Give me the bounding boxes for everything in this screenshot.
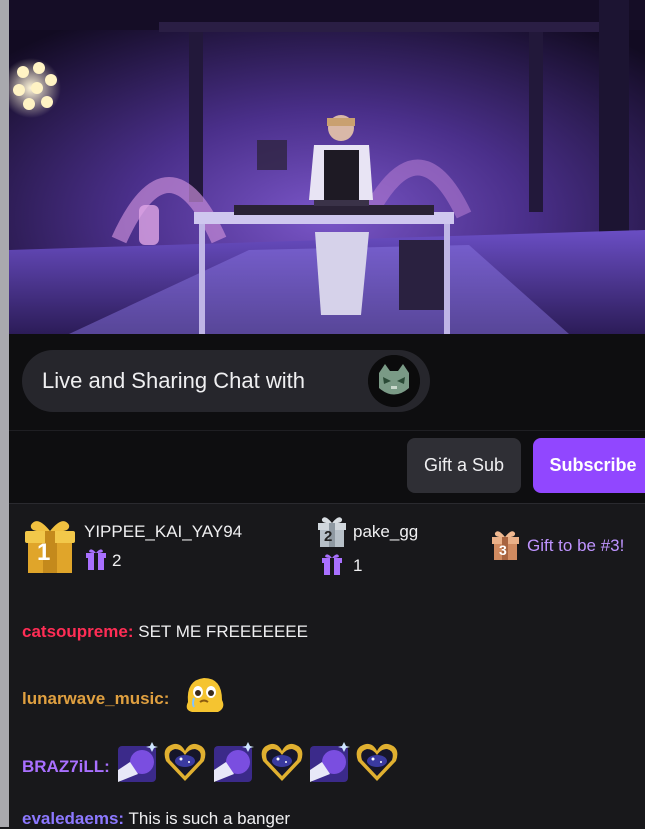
gifter-name: pake_gg: [353, 522, 419, 541]
chat-text: SET ME FREEEEEEE: [138, 622, 308, 641]
chat-username[interactable]: catsoupreme: [22, 622, 128, 641]
video-player[interactable]: [9, 0, 645, 334]
chat-message: evaledaems: This is such a banger: [22, 809, 290, 829]
gold-heart-emote[interactable]: [260, 741, 304, 783]
purple-sparkle-emote[interactable]: [308, 740, 352, 784]
shared-chat-label: Live and Sharing Chat with: [42, 368, 305, 393]
shared-chat-pill[interactable]: Live and Sharing Chat with: [22, 350, 430, 412]
gift-count: 2: [112, 551, 122, 570]
cat-avatar-icon[interactable]: [368, 355, 420, 407]
subscribe-button[interactable]: Subscribe: [533, 438, 645, 493]
gift-badge-bronze-icon: 3: [491, 529, 520, 560]
gift-sub-button[interactable]: Gift a Sub: [407, 438, 521, 493]
gifter-name: YIPPEE_KAI_YAY94: [84, 522, 243, 541]
chat-username[interactable]: lunarwave_music: [22, 689, 164, 708]
gold-heart-emote[interactable]: [163, 741, 207, 783]
gift-count-icon: [86, 549, 106, 570]
gift-badge-rank: 3: [499, 542, 507, 558]
purple-sparkle-emote[interactable]: [212, 740, 256, 784]
gift-badge-silver-icon: 2: [317, 515, 347, 547]
chat-separator: :: [127, 622, 134, 641]
video-frame: [9, 0, 645, 334]
chat-username[interactable]: BRAZ7iLL: [22, 757, 104, 776]
gift-badge-rank: 2: [324, 528, 333, 545]
chat-username[interactable]: evaledaems: [22, 809, 118, 828]
chat-message: lunarwave_music:: [22, 689, 169, 709]
left-edge-bar: [0, 0, 9, 827]
crying-yellow-blob-emote[interactable]: [182, 672, 228, 718]
gold-heart-emote[interactable]: [355, 741, 399, 783]
gift-badge-gold-icon: 1: [23, 517, 77, 573]
gift-cta-label: Gift to be #3!: [527, 536, 625, 555]
chat-separator: :: [163, 689, 170, 708]
gift-count-icon: [322, 554, 342, 575]
chat-separator: :: [118, 809, 125, 828]
gift-badge-rank: 1: [37, 539, 51, 566]
chat-separator: :: [104, 757, 110, 776]
purple-sparkle-emote[interactable]: [116, 740, 160, 784]
gift-count: 1: [353, 556, 363, 575]
chat-message: catsoupreme: SET ME FREEEEEEE: [22, 622, 308, 642]
chat-text: This is such a banger: [128, 809, 291, 828]
chat-message: BRAZ7iLL:: [22, 757, 110, 777]
